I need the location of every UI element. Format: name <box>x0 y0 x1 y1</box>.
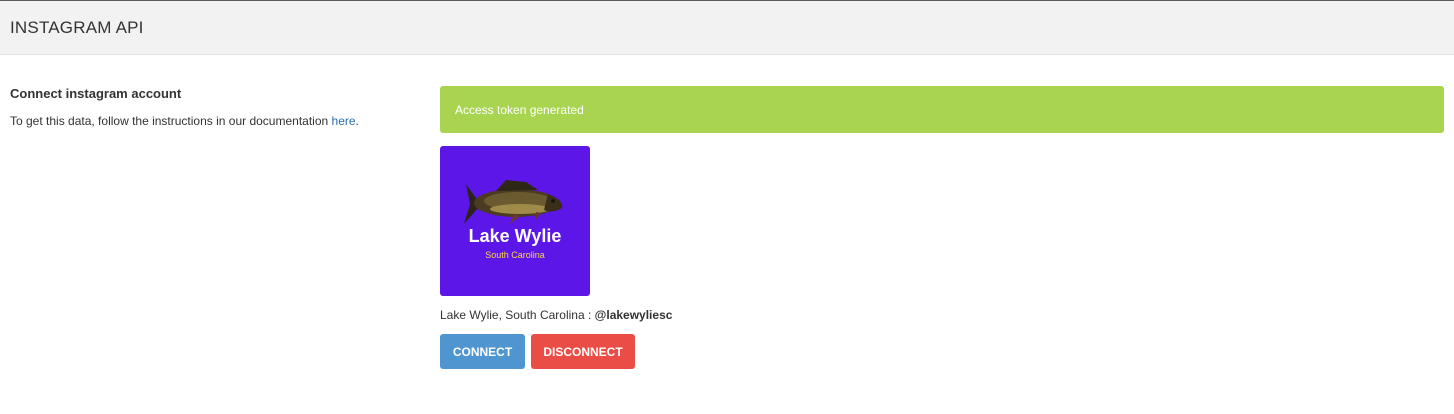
description-suffix: . <box>355 114 359 128</box>
settings-description: Connect instagram account To get this da… <box>10 86 420 128</box>
success-alert: Access token generated <box>440 86 1444 133</box>
description-text: To get this data, follow the instruction… <box>10 114 332 128</box>
section-description: To get this data, follow the instruction… <box>10 114 420 128</box>
alert-message: Access token generated <box>455 102 584 117</box>
account-avatar: Lake Wylie South Carolina <box>440 146 590 296</box>
avatar-title: Lake Wylie <box>468 226 562 246</box>
connect-button[interactable]: CONNECT <box>440 334 525 369</box>
account-separator: : <box>584 308 595 322</box>
fish-icon <box>464 180 563 224</box>
page-header: INSTAGRAM API <box>0 1 1454 55</box>
account-info: Lake Wylie, South Carolina : @lakewylies… <box>440 308 672 322</box>
page-title: INSTAGRAM API <box>10 18 144 37</box>
documentation-link[interactable]: here <box>332 114 356 128</box>
avatar-subtitle: South Carolina <box>485 250 545 260</box>
disconnect-button[interactable]: DISCONNECT <box>531 334 635 369</box>
account-display-name: Lake Wylie, South Carolina <box>440 308 585 322</box>
account-handle: @lakewyliesc <box>594 308 673 322</box>
section-title: Connect instagram account <box>10 86 182 101</box>
